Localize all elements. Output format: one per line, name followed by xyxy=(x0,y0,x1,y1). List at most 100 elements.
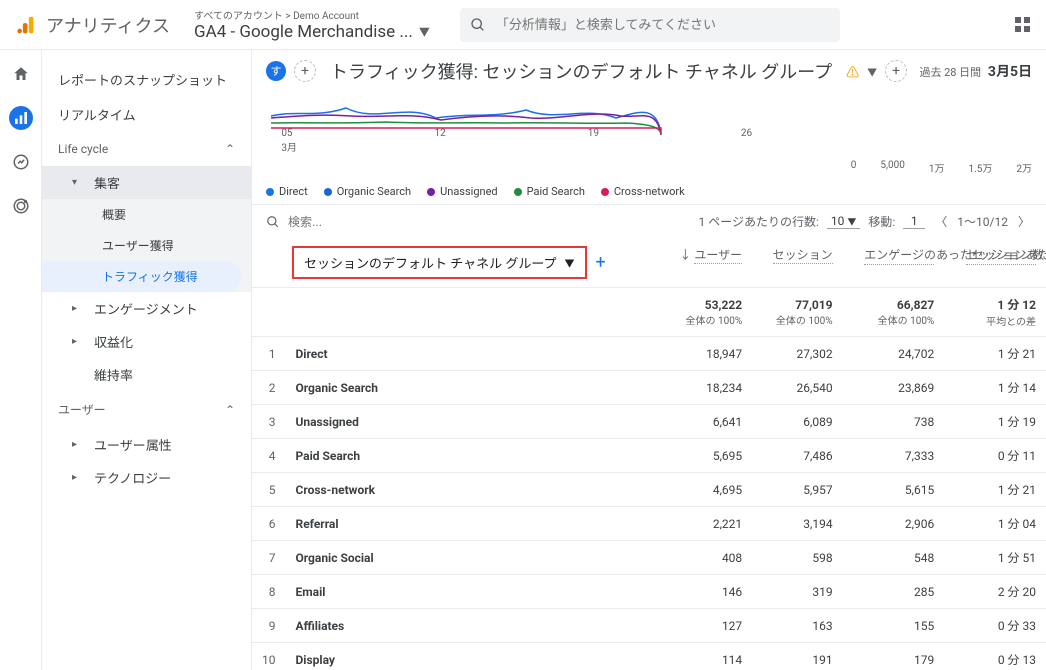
property-selector[interactable]: すべてのアカウント > Demo Account GA4 - Google Me… xyxy=(194,7,430,42)
legend-label: Direct xyxy=(279,185,308,198)
goto-label: 移動: xyxy=(868,213,895,230)
add-comparison-button[interactable]: + xyxy=(294,60,316,82)
legend-label: Cross-network xyxy=(614,185,685,198)
goto-page-input[interactable]: 1 xyxy=(903,214,925,229)
table-row[interactable]: 2Organic Search18,23426,54023,8691 分 14 xyxy=(252,371,1046,405)
cell-avg: 1 分 21 xyxy=(944,337,1046,371)
table-search-input[interactable] xyxy=(288,215,526,229)
cell-avg: 1 分 19 xyxy=(944,405,1046,439)
col-sessions[interactable]: セッション xyxy=(752,238,842,288)
col-engaged-sessions[interactable]: エンゲージのあったセッション数 xyxy=(843,238,945,288)
cell-engaged: 155 xyxy=(843,609,945,643)
table-search[interactable] xyxy=(266,215,526,229)
row-index: 6 xyxy=(252,507,286,541)
caret-right-icon: ▸ xyxy=(72,303,86,314)
table-row[interactable]: 10Display1141911790 分 13 xyxy=(252,643,1046,670)
cell-engaged: 24,702 xyxy=(843,337,945,371)
account-breadcrumb: すべてのアカウント > Demo Account xyxy=(194,7,430,22)
legend-item[interactable]: Unassigned xyxy=(427,185,498,198)
cell-users: 114 xyxy=(659,643,753,670)
chevron-down-icon[interactable]: ▼ xyxy=(867,64,877,79)
x-tick: 19 xyxy=(588,128,599,139)
cell-users: 5,695 xyxy=(659,439,753,473)
row-index: 3 xyxy=(252,405,286,439)
add-dimension-button[interactable]: + xyxy=(596,252,606,273)
chevron-up-icon: ⌃ xyxy=(225,142,235,156)
warning-icon[interactable]: ⚠ xyxy=(846,62,859,81)
home-icon[interactable] xyxy=(9,62,33,86)
table-row[interactable]: 6Referral2,2213,1942,9061 分 04 xyxy=(252,507,1046,541)
legend-item[interactable]: Cross-network xyxy=(601,185,685,198)
analytics-logo-icon xyxy=(16,14,38,36)
legend-item[interactable]: Organic Search xyxy=(324,185,411,198)
legend-dot-icon xyxy=(427,188,435,196)
search-icon xyxy=(266,215,280,229)
explore-icon[interactable] xyxy=(9,150,33,174)
next-page-button[interactable]: 〉 xyxy=(1016,213,1032,230)
row-index: 5 xyxy=(252,473,286,507)
data-table: セッションのデフォルト チャネル グループ ▼ + ↓ ユーザー セッション エ… xyxy=(252,238,1046,670)
main-content: す + トラフィック獲得: セッションのデフォルト チャネル グループ ⚠ ▼ … xyxy=(252,50,1046,670)
legend-item[interactable]: Direct xyxy=(266,185,308,198)
sidebar-retention[interactable]: 維持率 xyxy=(42,358,251,391)
cell-users: 18,947 xyxy=(659,337,753,371)
cell-users: 408 xyxy=(659,541,753,575)
x-tick: 26 xyxy=(741,128,752,139)
table-row[interactable]: 1Direct18,94727,30224,7021 分 21 xyxy=(252,337,1046,371)
reports-icon[interactable] xyxy=(9,106,33,130)
sidebar-user-section[interactable]: ユーザー⌃ xyxy=(42,391,251,428)
table-row[interactable]: 3Unassigned6,6416,0897381 分 19 xyxy=(252,405,1046,439)
apps-menu-icon[interactable] xyxy=(1015,17,1030,32)
sidebar-engagement[interactable]: ▸エンゲージメント xyxy=(42,292,251,325)
cell-avg: 1 分 51 xyxy=(944,541,1046,575)
table-row[interactable]: 9Affiliates1271631550 分 33 xyxy=(252,609,1046,643)
sidebar-traffic-acquisition[interactable]: トラフィック獲得 xyxy=(42,261,241,292)
table-row[interactable]: 4Paid Search5,6957,4867,3330 分 11 xyxy=(252,439,1046,473)
cell-engaged: 23,869 xyxy=(843,371,945,405)
property-name: GA4 - Google Merchandise ... xyxy=(194,22,413,42)
time-series-chart: 053月121926 xyxy=(266,88,1032,158)
primary-dimension-selector[interactable]: セッションのデフォルト チャネル グループ ▼ xyxy=(292,246,587,279)
row-dimension: Email xyxy=(286,575,659,609)
sidebar-user-attributes[interactable]: ▸ユーザー属性 xyxy=(42,428,251,461)
table-row[interactable]: 5Cross-network4,6955,9575,6151 分 21 xyxy=(252,473,1046,507)
cell-sessions: 3,194 xyxy=(752,507,842,541)
customize-report-button[interactable]: + xyxy=(885,60,907,82)
sidebar-acquisition[interactable]: ▾集客 xyxy=(42,166,251,199)
col-avg-engagement[interactable]: セッションあたりの平均エンゲージメント xyxy=(944,238,1046,288)
axis-tick: 1.5万 xyxy=(968,160,992,175)
col-users[interactable]: ↓ ユーザー xyxy=(659,238,753,288)
cell-engaged: 738 xyxy=(843,405,945,439)
advertising-icon[interactable] xyxy=(9,194,33,218)
axis-tick: 5,000 xyxy=(880,160,904,175)
sidebar-realtime[interactable]: リアルタイム xyxy=(42,97,251,132)
sidebar-user-acquisition[interactable]: ユーザー獲得 xyxy=(42,230,251,261)
cell-users: 146 xyxy=(659,575,753,609)
sidebar-technology[interactable]: ▸テクノロジー xyxy=(42,461,251,494)
row-dimension: Referral xyxy=(286,507,659,541)
global-search[interactable] xyxy=(460,8,840,42)
sidebar-acq-overview[interactable]: 概要 xyxy=(42,199,251,230)
cell-avg: 2 分 20 xyxy=(944,575,1046,609)
chevron-down-icon: ▼ xyxy=(565,255,575,270)
sidebar-lifecycle[interactable]: Life cycle⌃ xyxy=(42,132,251,166)
cell-engaged: 285 xyxy=(843,575,945,609)
global-search-input[interactable] xyxy=(496,17,830,32)
prev-page-button[interactable]: 〈 xyxy=(933,213,949,230)
table-row[interactable]: 8Email1463192852 分 20 xyxy=(252,575,1046,609)
nav-rail xyxy=(0,50,42,670)
table-row[interactable]: 7Organic Social4085985481 分 51 xyxy=(252,541,1046,575)
row-index: 2 xyxy=(252,371,286,405)
cell-sessions: 319 xyxy=(752,575,842,609)
date-range-selector[interactable]: 過去 28 日間 3月5日 xyxy=(919,61,1032,81)
compare-chip[interactable]: す xyxy=(266,61,286,81)
sidebar-monetization[interactable]: ▸収益化 xyxy=(42,325,251,358)
cell-users: 4,695 xyxy=(659,473,753,507)
legend-item[interactable]: Paid Search xyxy=(514,185,585,198)
page-range: 1～10/12 xyxy=(957,213,1008,230)
cell-engaged: 7,333 xyxy=(843,439,945,473)
row-index: 8 xyxy=(252,575,286,609)
x-tick: 12 xyxy=(435,128,446,139)
sidebar-snapshot[interactable]: レポートのスナップショット xyxy=(42,62,251,97)
rows-per-page-select[interactable]: 10 ▼ xyxy=(827,214,861,229)
